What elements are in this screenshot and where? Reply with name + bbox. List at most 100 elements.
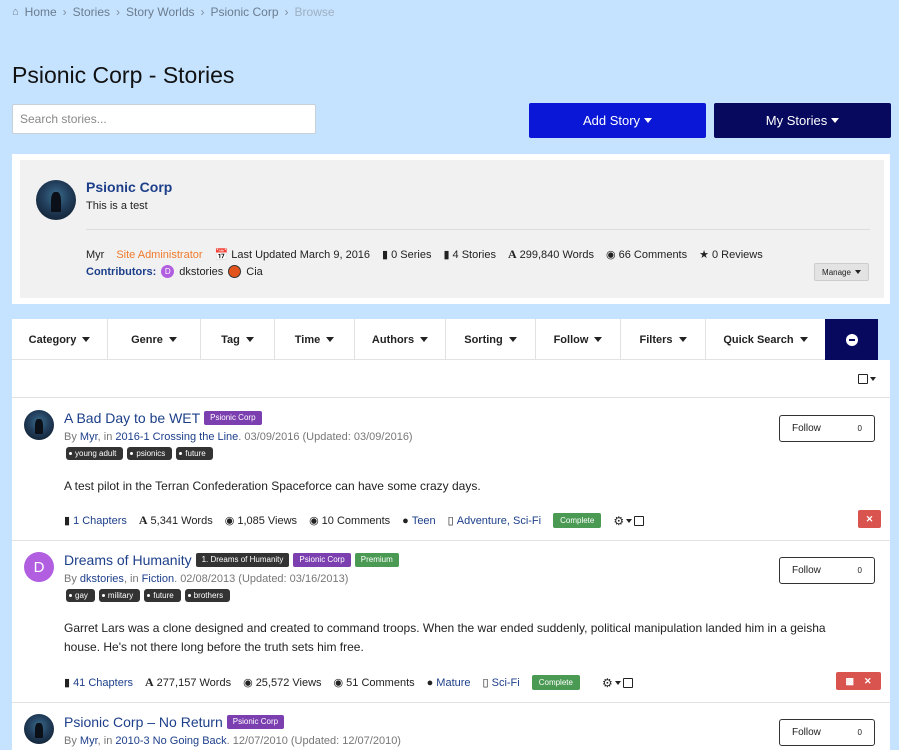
chapters-link[interactable]: 1 Chapters [73,515,127,527]
comment-icon: ◉ [606,249,616,261]
world-badge[interactable]: Psionic Corp [204,411,262,425]
breadcrumb-psionic-corp[interactable]: Psionic Corp [211,5,279,19]
caret-down-icon [854,270,861,274]
world-link[interactable]: Fiction [142,573,174,585]
caret-down-icon [245,337,254,342]
story-summary: A test pilot in the Terran Confederation… [64,479,481,493]
follow-button[interactable]: Follow 0 [779,415,875,442]
filter-category[interactable]: Category [12,319,108,360]
stories-count: 4 Stories [452,248,496,261]
caret-down-icon [678,337,687,342]
remove-button[interactable]: ✕ [858,510,881,528]
breadcrumb: ⌂ Home › Stories › Story Worlds › Psioni… [12,5,335,19]
my-stories-button[interactable]: My Stories [714,103,891,138]
genres-link[interactable]: Sci-Fi [492,677,520,689]
story-title-row: Psionic Corp – No Return Psionic Corp [64,714,285,730]
filter-time[interactable]: Time [275,319,355,360]
world-link[interactable]: 2016-1 Crossing the Line [115,431,238,443]
file-icon: ▯ [482,677,489,689]
story-title[interactable]: Psionic Corp – No Return [64,714,223,730]
genres-link[interactable]: Adventure, Sci-Fi [457,515,541,527]
author-avatar[interactable]: D [24,552,54,582]
caret-down-icon [168,337,177,342]
world-badge[interactable]: Psionic Corp [293,553,351,567]
world-name[interactable]: Psionic Corp [86,179,172,195]
series-badge[interactable]: 1. Dreams of Humanity [195,553,290,567]
breadcrumb-story-worlds[interactable]: Story Worlds [126,5,194,19]
story-title[interactable]: Dreams of Humanity [64,552,192,568]
eye-icon: ◉ [243,677,253,689]
owner-name[interactable]: Myr [86,249,104,261]
divider [12,702,890,703]
breadcrumb-stories[interactable]: Stories [73,5,110,19]
world-link[interactable]: 2010-3 No Going Back [115,735,226,747]
rating-link[interactable]: Mature [436,677,470,689]
user-icon: ● [402,514,409,527]
home-icon[interactable]: ⌂ [12,6,19,18]
select-all-dropdown[interactable] [858,374,876,384]
author-link[interactable]: dkstories [80,573,124,585]
story-options[interactable]: ⚙ [602,676,633,690]
follow-label: Follow [792,727,821,738]
filter-authors[interactable]: Authors [355,319,446,360]
filter-genre[interactable]: Genre [108,319,201,360]
font-icon: A [138,513,148,527]
contributor-avatar[interactable]: D [161,265,175,278]
story-stats: ▮ 1 Chapters A 5,341 Words ◉ 1,085 Views ◉ 1… [64,513,645,528]
select-checkbox[interactable] [622,677,633,688]
comment-icon: ◉ [309,515,319,527]
story-title[interactable]: A Bad Day to be WET [64,410,200,426]
series-count: 0 Series [391,248,432,261]
add-story-button[interactable]: Add Story [529,103,706,138]
tag[interactable]: future [144,589,181,602]
divider [86,229,870,230]
book-icon: ▮ [382,249,389,261]
select-checkbox[interactable] [634,515,645,526]
tag[interactable]: gay [66,589,95,602]
filter-label: Genre [131,333,163,346]
chapters-link[interactable]: 41 Chapters [73,677,133,689]
world-badge[interactable]: Psionic Corp [226,715,285,729]
filter-tag[interactable]: Tag [201,319,275,360]
contributor-name[interactable]: Cia [246,266,263,278]
gear-icon: ⚙ [601,675,613,690]
minus-circle-icon [845,333,858,346]
story-options[interactable]: ⚙ [613,514,645,528]
author-link[interactable]: Myr [80,431,98,443]
book-icon: ▮ [64,677,71,689]
byline-in: , in [97,431,116,443]
world-avatar[interactable] [36,180,76,220]
story-tags: gay military future brothers [66,589,231,602]
filter-filters[interactable]: Filters [621,319,706,360]
search-input[interactable] [12,104,316,134]
filter-follow[interactable]: Follow [536,319,621,360]
status-badge: Complete [553,513,602,528]
tag[interactable]: psionics [127,447,173,460]
story-stats: ▮ 41 Chapters A 277,157 Words ◉ 25,572 View… [64,675,633,690]
contributor-name[interactable]: dkstories [179,266,223,278]
author-avatar[interactable] [24,714,54,744]
chevron-right-icon: › [62,5,67,19]
book-icon: ▮ [64,515,71,527]
chevron-right-icon: › [116,5,121,19]
rating-link[interactable]: Teen [412,515,436,527]
follow-button[interactable]: Follow 0 [779,557,875,584]
breadcrumb-home[interactable]: Home [25,5,57,19]
words-count: 277,157 Words [156,676,232,689]
collapse-filters-button[interactable] [825,319,878,360]
remove-button[interactable]: ▩ ✕ [836,672,881,690]
byline-prefix: By [64,573,80,585]
filter-label: Category [28,333,77,346]
filter-quick-search[interactable]: Quick Search [706,319,825,360]
tag[interactable]: future [176,447,213,460]
tag[interactable]: brothers [184,589,231,602]
author-link[interactable]: Myr [80,735,98,747]
author-avatar[interactable] [24,410,54,440]
tag[interactable]: military [98,589,141,602]
manage-button[interactable]: Manage [814,263,869,281]
tag[interactable]: young adult [66,447,124,460]
contributor-avatar[interactable] [228,265,242,278]
follow-button[interactable]: Follow 0 [779,719,875,746]
page-title: Psionic Corp - Stories [12,62,235,88]
filter-sorting[interactable]: Sorting [446,319,536,360]
